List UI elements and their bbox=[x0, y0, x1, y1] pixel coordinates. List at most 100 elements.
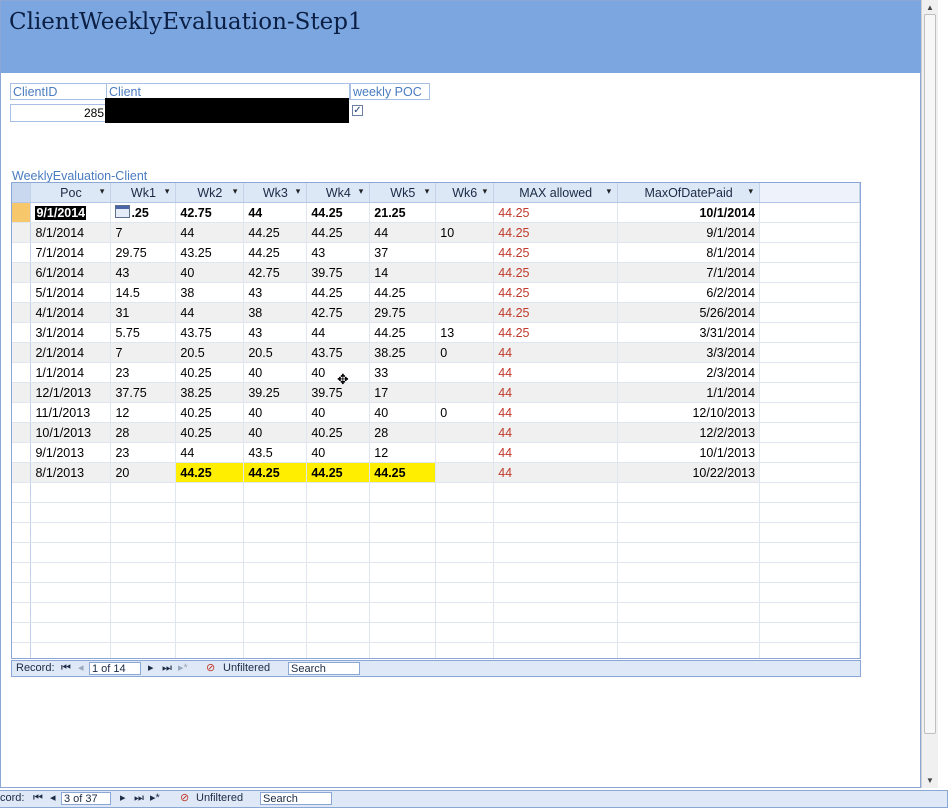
row-selector[interactable] bbox=[12, 402, 32, 423]
cell-wk3[interactable]: 44.25 bbox=[243, 222, 308, 243]
current-record-field[interactable]: 1 of 14 bbox=[89, 662, 141, 675]
table-row[interactable]: 1/1/2014 23 40.25 40 40 33 44 2/3/2014 bbox=[12, 362, 860, 383]
row-selector[interactable] bbox=[12, 362, 32, 383]
first-record-button[interactable]: ⏮ bbox=[33, 791, 43, 806]
cell-wk1[interactable]: 23 bbox=[110, 362, 177, 383]
cell-wk5[interactable]: 14 bbox=[369, 262, 437, 283]
cell-wk2[interactable]: 20.5 bbox=[175, 342, 245, 363]
cell-wk5[interactable]: 33 bbox=[369, 362, 437, 383]
previous-record-button[interactable]: ◂ bbox=[50, 791, 56, 806]
cell-wk4[interactable]: 43 bbox=[306, 242, 371, 263]
vertical-scrollbar[interactable]: ▲ ▼ bbox=[921, 0, 938, 788]
cell-wk1[interactable]: 23 bbox=[110, 442, 177, 463]
cell-poc[interactable]: 9/1/2013 bbox=[30, 442, 112, 463]
select-all-corner[interactable] bbox=[12, 183, 32, 203]
col-header-wk1[interactable]: Wk1 ▾ bbox=[110, 183, 177, 203]
cell-wk1[interactable]: 20 bbox=[110, 462, 177, 483]
cell-wk4[interactable]: 44.25 bbox=[306, 202, 371, 223]
unfiltered-toggle[interactable]: Unfiltered bbox=[196, 791, 243, 806]
cell-wk4[interactable]: 40 bbox=[306, 402, 371, 423]
cell-wk5[interactable]: 44 bbox=[369, 222, 437, 243]
cell-wk3[interactable]: 43 bbox=[243, 282, 308, 303]
cell-max[interactable]: 44.25 bbox=[493, 262, 619, 283]
cell-wk5[interactable]: 40 bbox=[369, 402, 437, 423]
cell-wk6[interactable] bbox=[435, 262, 495, 283]
cell-poc[interactable]: 4/1/2014 bbox=[30, 302, 112, 323]
cell-paid[interactable]: 10/1/2013 bbox=[617, 442, 761, 463]
cell-wk4[interactable]: 44.25 bbox=[306, 462, 371, 483]
cell-wk3[interactable]: 44.25 bbox=[243, 462, 308, 483]
cell-max[interactable]: 44 bbox=[493, 402, 619, 423]
first-record-button[interactable]: ⏮ bbox=[61, 661, 71, 676]
cell-wk3[interactable]: 39.25 bbox=[243, 382, 308, 403]
col-header-wk6[interactable]: Wk6 ▾ bbox=[435, 183, 495, 203]
cell-poc[interactable]: 12/1/2013 bbox=[30, 382, 112, 403]
cell-wk1[interactable]: 5.75 bbox=[110, 322, 177, 343]
next-record-button[interactable]: ▸ bbox=[148, 661, 154, 676]
cell-poc[interactable]: 10/1/2013 bbox=[30, 422, 112, 443]
cell-wk3[interactable]: 40 bbox=[243, 422, 308, 443]
row-selector[interactable] bbox=[12, 382, 32, 403]
col-header-wk5[interactable]: Wk5 ▾ bbox=[369, 183, 437, 203]
cell-max[interactable]: 44.25 bbox=[493, 202, 619, 223]
table-row[interactable]: 7/1/2014 29.75 43.25 44.25 43 37 44.25 8/1/2014 bbox=[12, 242, 860, 263]
cell-wk6[interactable] bbox=[435, 202, 495, 223]
new-record-button[interactable]: ▸* bbox=[178, 661, 188, 676]
cell-wk6[interactable]: 0 bbox=[435, 402, 495, 423]
cell-wk3[interactable]: 43.5 bbox=[243, 442, 308, 463]
cell-wk4[interactable]: 39.75 bbox=[306, 262, 371, 283]
cell-wk5[interactable]: 37 bbox=[369, 242, 437, 263]
cell-wk5[interactable]: 44.25 bbox=[369, 322, 437, 343]
cell-wk6[interactable] bbox=[435, 442, 495, 463]
sort-arrow-icon[interactable]: ▾ bbox=[359, 186, 364, 197]
cell-wk1[interactable]: 37.75 bbox=[110, 382, 177, 403]
current-record-field[interactable]: 3 of 37 bbox=[61, 792, 111, 805]
cell-wk2[interactable]: 42.75 bbox=[175, 202, 245, 223]
cell-poc[interactable]: 7/1/2014 bbox=[30, 242, 112, 263]
cell-wk2[interactable]: 43.75 bbox=[175, 322, 245, 343]
cell-wk4[interactable]: 40.25 bbox=[306, 422, 371, 443]
cell-max[interactable]: 44.25 bbox=[493, 322, 619, 343]
cell-wk6[interactable]: 13 bbox=[435, 322, 495, 343]
cell-wk2[interactable]: 40.25 bbox=[175, 422, 245, 443]
cell-paid[interactable]: 12/2/2013 bbox=[617, 422, 761, 443]
cell-paid[interactable]: 12/10/2013 bbox=[617, 402, 761, 423]
cell-max[interactable]: 44 bbox=[493, 342, 619, 363]
last-record-button[interactable]: ⏭ bbox=[134, 791, 144, 806]
sort-arrow-icon[interactable]: ▾ bbox=[165, 186, 170, 197]
cell-max[interactable]: 44.25 bbox=[493, 222, 619, 243]
table-row[interactable]: 5/1/2014 14.5 38 43 44.25 44.25 44.25 6/2/2014 bbox=[12, 282, 860, 303]
col-header-wk2[interactable]: Wk2 ▾ bbox=[175, 183, 245, 203]
next-record-button[interactable]: ▸ bbox=[120, 791, 126, 806]
cell-wk2[interactable]: 38 bbox=[175, 282, 245, 303]
table-row[interactable]: 8/1/2014 7 44 44.25 44.25 44 10 44.25 9/1/2014 bbox=[12, 222, 860, 243]
table-row[interactable]: 11/1/2013 12 40.25 40 40 40 0 44 12/10/2013 bbox=[12, 402, 860, 423]
cell-wk1[interactable]: 7 bbox=[110, 342, 177, 363]
cell-max[interactable]: 44 bbox=[493, 442, 619, 463]
cell-wk4[interactable]: 44.25 bbox=[306, 222, 371, 243]
table-row[interactable]: 10/1/2013 28 40.25 40 40.25 28 44 12/2/2013 bbox=[12, 422, 860, 443]
cell-poc[interactable]: 1/1/2014 bbox=[30, 362, 112, 383]
col-header-max-allowed[interactable]: MAX allowed ▾ bbox=[493, 183, 619, 203]
cell-wk4[interactable]: 44 bbox=[306, 322, 371, 343]
cell-wk1[interactable]: 43 bbox=[110, 262, 177, 283]
cell-wk4[interactable]: 44.25 bbox=[306, 282, 371, 303]
col-header-max-of-date-paid[interactable]: MaxOfDatePaid ▾ bbox=[617, 183, 761, 203]
cell-wk3[interactable]: 20.5 bbox=[243, 342, 308, 363]
cell-poc[interactable]: 8/1/2013 bbox=[30, 462, 112, 483]
weekly-poc-checkbox[interactable]: ✓ bbox=[352, 105, 363, 116]
cell-wk5[interactable]: 17 bbox=[369, 382, 437, 403]
sort-arrow-icon[interactable]: ▾ bbox=[296, 186, 301, 197]
cell-poc[interactable]: 9/1/2014 bbox=[30, 202, 112, 223]
last-record-button[interactable]: ⏭ bbox=[162, 661, 172, 676]
calendar-icon[interactable] bbox=[115, 205, 130, 218]
cell-wk4[interactable]: 43.75 bbox=[306, 342, 371, 363]
cell-max[interactable]: 44.25 bbox=[493, 302, 619, 323]
cell-poc[interactable]: 3/1/2014 bbox=[30, 322, 112, 343]
sort-arrow-icon[interactable]: ▾ bbox=[425, 186, 430, 197]
new-record-button[interactable]: ▸* bbox=[150, 791, 160, 806]
cell-wk2[interactable]: 44 bbox=[175, 442, 245, 463]
cell-wk5[interactable]: 44.25 bbox=[369, 282, 437, 303]
col-header-wk3[interactable]: Wk3 ▾ bbox=[243, 183, 308, 203]
cell-paid[interactable]: 10/1/2014 bbox=[617, 202, 761, 223]
